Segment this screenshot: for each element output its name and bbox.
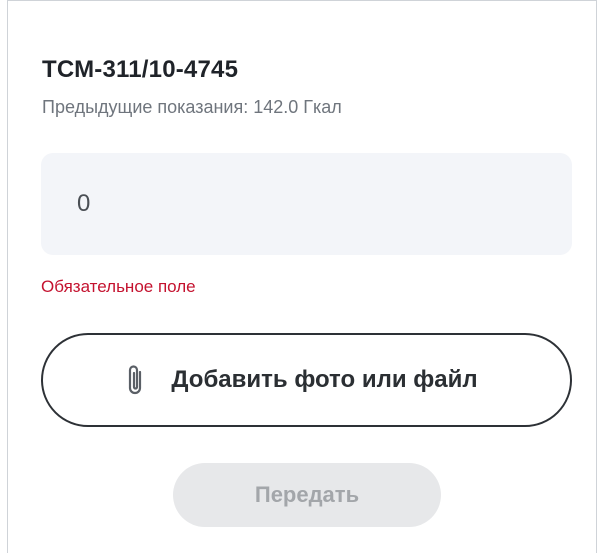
- paperclip-icon: [123, 363, 147, 397]
- reading-input[interactable]: [41, 153, 572, 255]
- submit-button[interactable]: Передать: [173, 463, 441, 527]
- meter-title: ТСМ-311/10-4745: [42, 56, 239, 83]
- submit-label: Передать: [254, 482, 360, 507]
- required-field-error: Обязательное поле: [41, 277, 196, 296]
- add-photo-or-file-label: Добавить фото или файл: [171, 366, 478, 393]
- meter-reading-card: ТСМ-311/10-4745 Предыдущие показания: 14…: [7, 0, 597, 553]
- previous-reading-text: Предыдущие показания: 142.0 Гкал: [42, 97, 342, 117]
- add-photo-or-file-button[interactable]: Добавить фото или файл: [41, 333, 572, 427]
